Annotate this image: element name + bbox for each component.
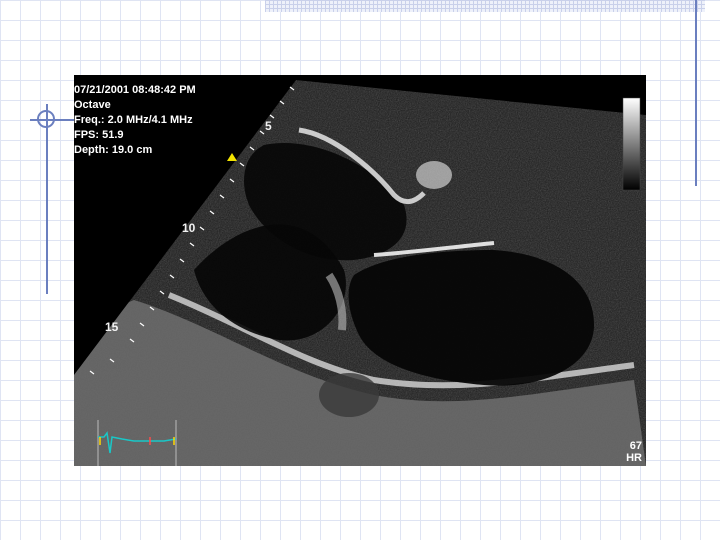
left-vertical-rule bbox=[46, 104, 48, 294]
scan-fps: FPS: 51.9 bbox=[74, 129, 124, 141]
scan-metadata: 07/21/2001 08:48:42 PM Octave Freq.: 2.0… bbox=[74, 83, 196, 158]
scan-depth: Depth: 19.0 cm bbox=[74, 144, 153, 156]
heart-rate-readout: 67 HR bbox=[626, 440, 642, 464]
heart-rate-unit: HR bbox=[626, 452, 642, 464]
depth-marker-10: 10 bbox=[182, 221, 196, 235]
echocardiogram-image: 07/21/2001 08:48:42 PM Octave Freq.: 2.0… bbox=[74, 75, 646, 466]
heart-rate-value: 67 bbox=[629, 440, 642, 452]
aortic-valve-echo bbox=[416, 161, 452, 189]
scan-datetime: 07/21/2001 08:48:42 PM bbox=[74, 84, 196, 96]
depth-marker-5: 5 bbox=[265, 119, 272, 133]
scan-frequency: Freq.: 2.0 MHz/4.1 MHz bbox=[74, 114, 193, 126]
scan-mode: Octave bbox=[74, 99, 111, 111]
depth-marker-15: 15 bbox=[105, 320, 119, 334]
slide: 07/21/2001 08:48:42 PM Octave Freq.: 2.0… bbox=[0, 0, 720, 540]
right-vertical-rule bbox=[695, 0, 697, 186]
rule-circle-ornament bbox=[37, 110, 55, 128]
gray-scale-bar bbox=[622, 97, 641, 191]
focus-marker bbox=[227, 153, 237, 161]
top-decorative-band bbox=[265, 0, 705, 12]
